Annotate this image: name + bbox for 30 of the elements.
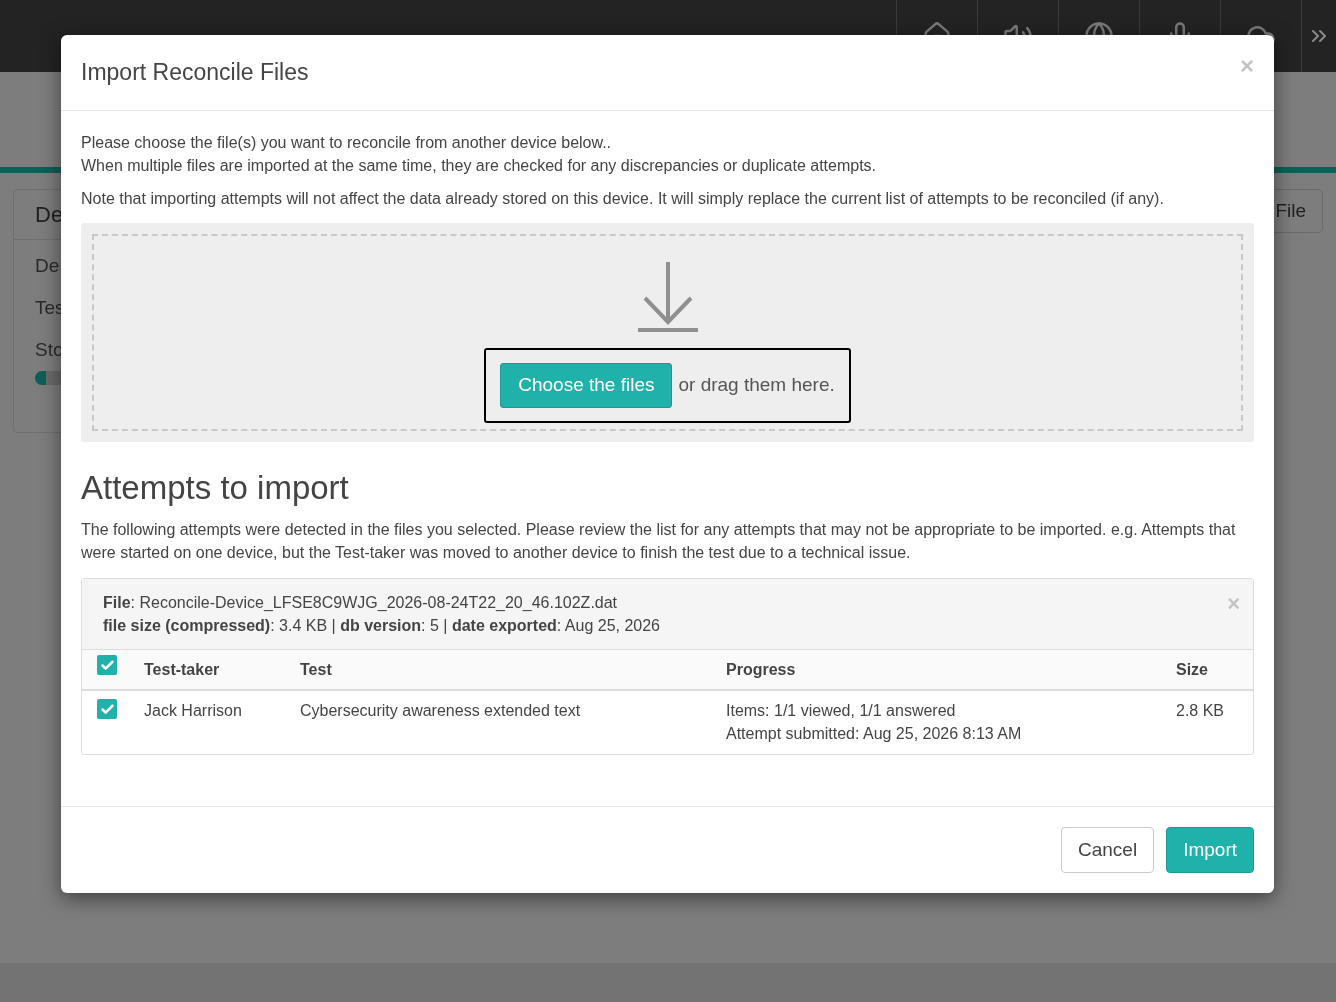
progress-text: Items: 1/1 viewed, 1/1 answered xyxy=(726,701,957,721)
file-details: file size (compressed): 3.4 KB | db version: 5 | date exported: Aug 25, 2026 xyxy=(103,616,660,636)
close-button[interactable]: × xyxy=(1240,53,1254,78)
column-header: Test-taker xyxy=(144,659,221,680)
import-button[interactable]: Import xyxy=(1166,827,1254,873)
intro-text: When multiple files are imported at the same time, they are checked for any discrepancies or duplicate attempts. xyxy=(81,156,878,176)
drag-hint: or drag them here. xyxy=(678,373,835,398)
choose-files-button[interactable]: Choose the files xyxy=(500,363,673,408)
checkbox[interactable] xyxy=(97,699,117,719)
table-cell-text: Cybersecurity awareness extended text xyxy=(300,701,582,721)
check-icon xyxy=(99,657,115,673)
progress-text: Attempt submitted: Aug 25, 2026 8:13 AM xyxy=(726,724,1023,744)
remove-file-button[interactable]: × xyxy=(1227,593,1240,615)
check-icon xyxy=(99,701,115,717)
card-title: De xyxy=(35,201,64,229)
column-header: Test xyxy=(300,659,333,680)
table-cell-text: 2.8 KB xyxy=(1176,701,1226,721)
attempts-description: The following attempts were detected in the files you selected. Please review the list for any attempts that may not be appropriate to be imported. e.g. Attempts that were started on one device, but the Test-taker was moved to another device to finish the test due to a technical issue. xyxy=(81,520,1237,563)
column-header: Progress xyxy=(726,659,797,680)
card-label: De xyxy=(35,254,61,277)
dialog-title: Import Reconcile Files xyxy=(81,58,309,88)
table-cell-text: Jack Harrison xyxy=(144,701,243,721)
intro-text: Please choose the file(s) you want to reconcile from another device below.. xyxy=(81,133,613,153)
download-icon xyxy=(636,260,699,332)
cancel-button[interactable]: Cancel xyxy=(1061,827,1155,873)
column-header: Size xyxy=(1176,659,1209,680)
attempts-heading: Attempts to import xyxy=(81,468,350,508)
note-text: Note that importing attempts will not affect the data already stored on this device. It will simply replace the current list of attempts to be reconciled (if any). xyxy=(81,189,1165,209)
file-name: File: Reconcile-Device_LFSE8C9WJG_2026-08-24T22_20_46.102Z.dat xyxy=(103,593,619,613)
checkbox[interactable] xyxy=(97,655,117,676)
